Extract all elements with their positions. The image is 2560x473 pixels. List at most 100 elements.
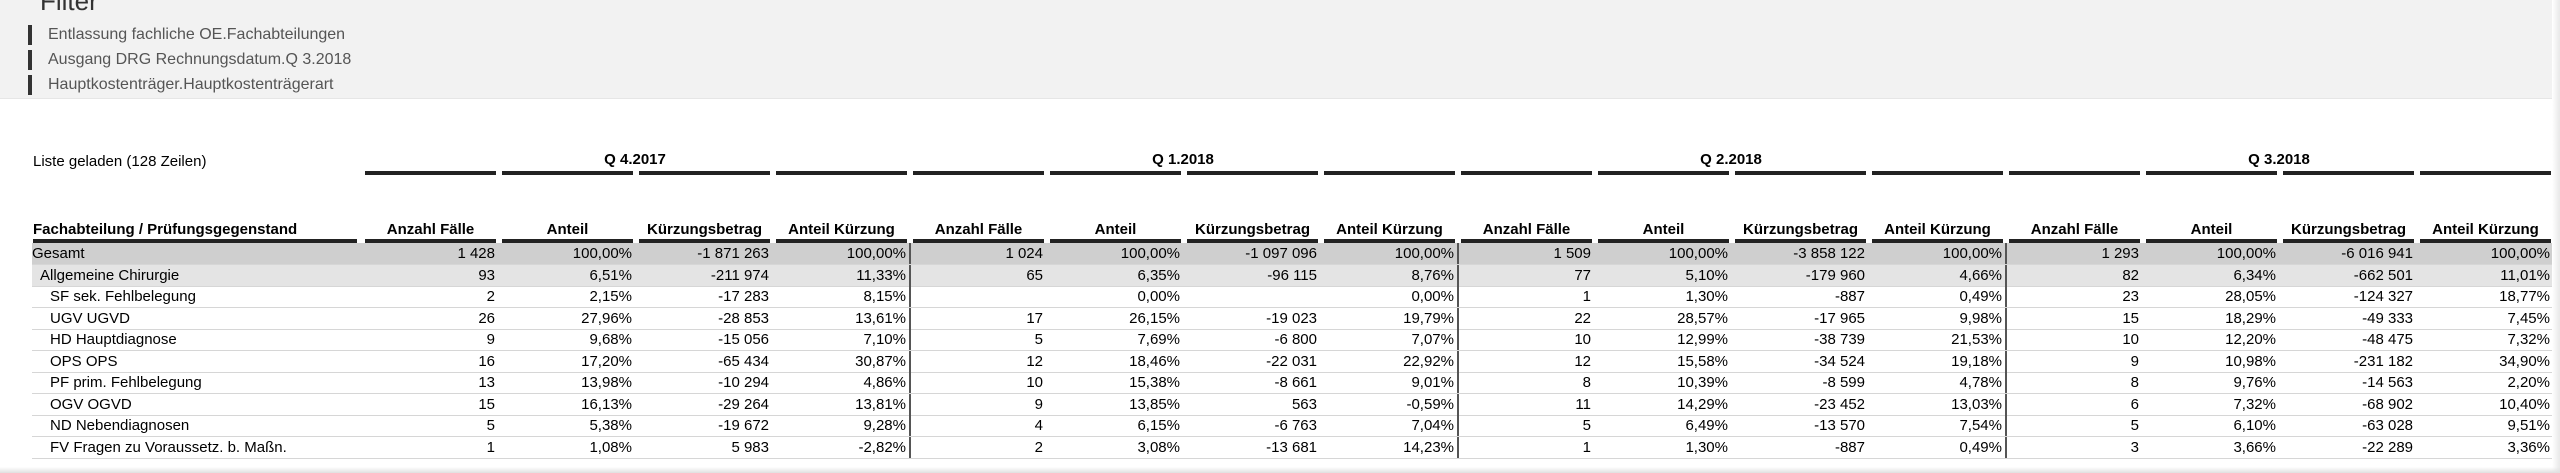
table-cell: 23 xyxy=(2122,288,2139,305)
table-row[interactable]: Allgemeine Chirurgie 93 6,51% -211 974 11,33… xyxy=(32,264,2560,287)
column-header[interactable]: Anteil xyxy=(2146,221,2277,243)
table-cell: 13,85% xyxy=(1129,395,1180,413)
quarter-separator xyxy=(909,329,911,350)
table-cell: 1 509 xyxy=(1553,245,1591,262)
column-header[interactable]: Anzahl Fälle xyxy=(1461,221,1592,243)
table-row[interactable]: OGV OGVD 15 16,13% -29 264 13,81% 9 13,85% 563 -… xyxy=(32,393,2560,416)
column-header[interactable]: Kürzungsbetrag xyxy=(2283,221,2414,243)
table-cell: 10,39% xyxy=(1677,374,1728,391)
column-header[interactable]: Anteil Kürzung xyxy=(1324,221,1455,243)
column-header[interactable]: Anzahl Fälle xyxy=(365,221,496,243)
table-row[interactable]: FV Fragen zu Voraussetz. b. Maßn. 1 1,08% 5… xyxy=(32,436,2560,459)
column-header[interactable]: Kürzungsbetrag xyxy=(1187,221,1318,243)
row-label: FV Fragen zu Voraussetz. b. Maßn. xyxy=(50,438,287,456)
table-cell: 10 xyxy=(1026,374,1043,391)
table-cell: 93 xyxy=(478,266,495,284)
column-header[interactable]: Anteil xyxy=(1598,221,1729,243)
table-cell: -887 xyxy=(1834,288,1865,305)
column-header[interactable]: Anteil Kürzung xyxy=(1872,221,2003,243)
row-label: SF sek. Fehlbelegung xyxy=(50,288,196,305)
table-cell: 13 xyxy=(478,374,495,391)
table-cell: 4 xyxy=(1034,417,1043,434)
quarter-underline xyxy=(1050,171,1181,175)
column-header[interactable]: Anzahl Fälle xyxy=(2009,221,2140,243)
table-row[interactable]: HD Hauptdiagnose 9 9,68% -15 056 7,10% 5 7,69%… xyxy=(32,329,2560,351)
table-cell: 1,30% xyxy=(1685,438,1728,456)
row-label: HD Hauptdiagnose xyxy=(50,331,177,348)
table-cell: 10,98% xyxy=(2225,352,2276,370)
table-cell: 6 xyxy=(2130,395,2139,413)
table-cell: 4,86% xyxy=(863,374,906,391)
table-cell: -13 570 xyxy=(1814,417,1865,434)
filter-item-kostentraeger[interactable]: Hauptkostenträger.Hauptkostenträgerart xyxy=(28,75,334,95)
column-header[interactable]: Anteil xyxy=(502,221,633,243)
quarter-separator xyxy=(2005,286,2007,307)
quarter-underline xyxy=(1461,171,1592,175)
table-cell: 15 xyxy=(478,395,495,413)
quarter-header: Q 4.2017 xyxy=(604,151,666,168)
table-cell: 15,38% xyxy=(1129,374,1180,391)
table-cell: 5 xyxy=(486,417,495,434)
table-cell: 9,28% xyxy=(863,417,906,434)
table-cell: 100,00% xyxy=(1394,245,1454,262)
filter-panel: Filter Entlassung fachliche OE.Fachabtei… xyxy=(0,0,2560,99)
table-cell: -1 871 263 xyxy=(697,245,769,262)
column-header[interactable]: Anzahl Fälle xyxy=(913,221,1044,243)
table-cell: 9,68% xyxy=(589,331,632,348)
table-cell: 30,87% xyxy=(855,352,906,370)
table-cell: 0,00% xyxy=(1411,288,1454,305)
column-header[interactable]: Kürzungsbetrag xyxy=(639,221,770,243)
quarter-header: Q 1.2018 xyxy=(1152,151,1214,168)
quarter-underline xyxy=(2009,171,2140,175)
row-label: UGV UGVD xyxy=(50,309,131,327)
table-cell: -29 264 xyxy=(718,395,769,413)
table-cell: 4,78% xyxy=(1959,374,2002,391)
quarter-underline xyxy=(913,171,1044,175)
table-cell: 2,15% xyxy=(589,288,632,305)
quarter-header: Q 2.2018 xyxy=(1700,151,1762,168)
column-header-fachabteilung[interactable]: Fachabteilung / Prüfungsgegenstand xyxy=(33,221,357,243)
quarter-separator xyxy=(909,436,911,458)
scroll-edge xyxy=(2552,0,2560,473)
quarter-underline xyxy=(2283,171,2414,175)
table-cell: 9,01% xyxy=(1411,374,1454,391)
table-cell: 12 xyxy=(1026,352,1043,370)
table-cell: -1 097 096 xyxy=(1245,245,1317,262)
table-cell: 3,66% xyxy=(2233,438,2276,456)
table-cell: 19,18% xyxy=(1951,352,2002,370)
table-row[interactable]: ND Nebendiagnosen 5 5,38% -19 672 9,28% 4 6,15… xyxy=(32,415,2560,437)
table-cell: -68 902 xyxy=(2362,395,2413,413)
filter-item-rechnungsdatum[interactable]: Ausgang DRG Rechnungsdatum.Q 3.2018 xyxy=(28,50,351,70)
table-cell: 3 xyxy=(2130,438,2139,456)
table-cell: 12,20% xyxy=(2225,331,2276,348)
table-row[interactable]: PF prim. Fehlbelegung 13 13,98% -10 294 4,86… xyxy=(32,372,2560,394)
table-cell: -179 960 xyxy=(1805,266,1865,284)
table-cell xyxy=(910,286,1043,307)
table-cell: 7,32% xyxy=(2233,395,2276,413)
table-cell: 100,00% xyxy=(2490,245,2550,262)
filter-item-fachabteilung[interactable]: Entlassung fachliche OE.Fachabteilungen xyxy=(28,25,345,45)
row-label: Allgemeine Chirurgie xyxy=(40,266,180,284)
column-header[interactable]: Anteil Kürzung xyxy=(2420,221,2551,243)
column-header[interactable]: Anteil xyxy=(1050,221,1181,243)
table-row[interactable]: Gesamt 1 428 100,00% -1 871 263 100,00% 1 024… xyxy=(32,243,2560,265)
table-cell: 100,00% xyxy=(1942,245,2002,262)
column-header[interactable]: Anteil Kürzung xyxy=(776,221,907,243)
table-cell: -23 452 xyxy=(1814,395,1865,413)
table-cell: 28,57% xyxy=(1677,309,1728,327)
table-cell: 26,15% xyxy=(1129,309,1180,327)
quarter-separator xyxy=(2005,393,2007,415)
quarter-underline xyxy=(365,171,496,175)
table-cell: 9,76% xyxy=(2233,374,2276,391)
table-cell: -14 563 xyxy=(2362,374,2413,391)
column-header[interactable]: Kürzungsbetrag xyxy=(1735,221,1866,243)
quarter-separator xyxy=(2005,350,2007,372)
quarter-separator xyxy=(2005,415,2007,436)
table-cell: -6 800 xyxy=(1274,331,1317,348)
table-row[interactable]: SF sek. Fehlbelegung 2 2,15% -17 283 8,15% 0,… xyxy=(32,286,2560,308)
quarter-separator xyxy=(1457,307,1459,329)
table-cell: 9,51% xyxy=(2507,417,2550,434)
quarter-underline xyxy=(1735,171,1866,175)
table-row[interactable]: UGV UGVD 26 27,96% -28 853 13,61% 17 26,15% -19… xyxy=(32,307,2560,330)
table-row[interactable]: OPS OPS 16 17,20% -65 434 30,87% 12 18,46% -22 … xyxy=(32,350,2560,373)
